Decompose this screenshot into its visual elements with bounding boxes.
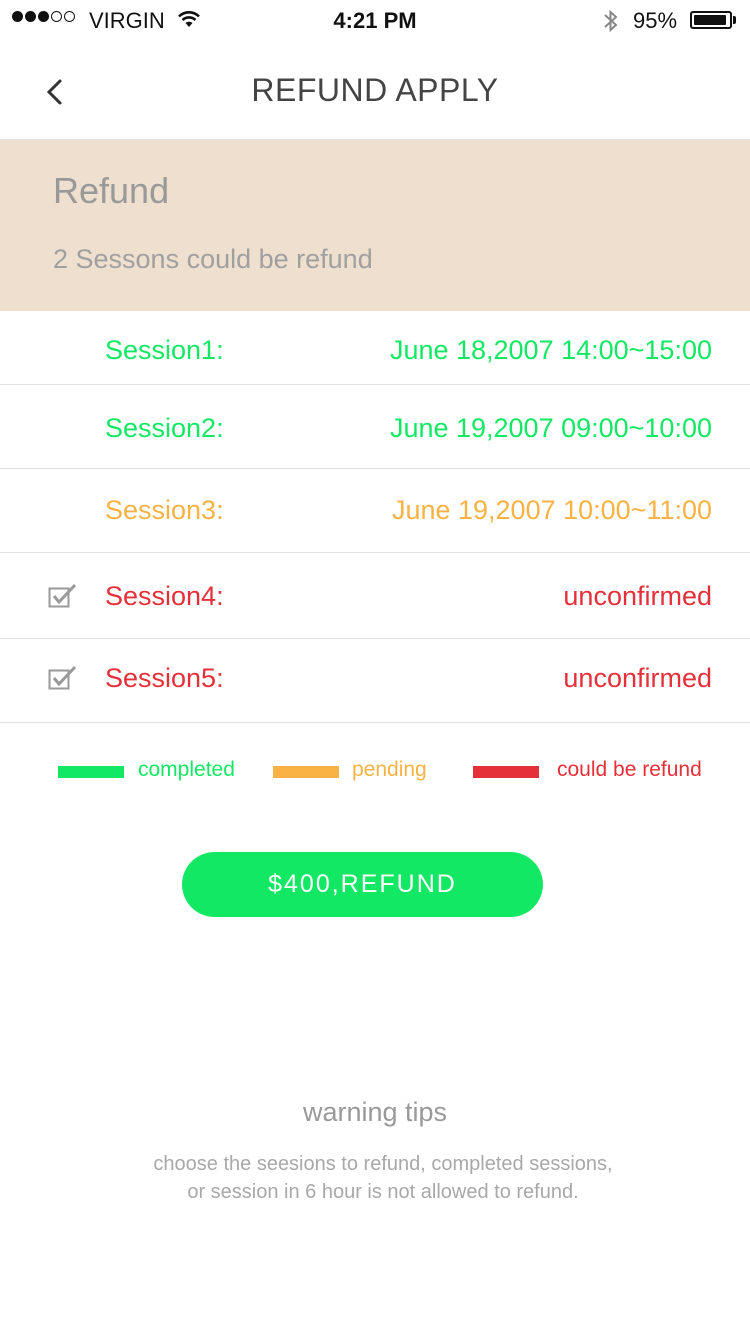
refund-summary-panel: Refund 2 Sessons could be refund [0,140,750,311]
session-time: June 19,2007 10:00~11:00 [391,495,712,525]
battery-percent: 95% [633,8,678,33]
session-status: unconfirmed [563,663,712,693]
session-label: Session4: [105,581,224,611]
session-label: Session1: [105,335,224,365]
session-list: Session1: June 18,2007 14:00~15:00 Sessi… [0,311,750,723]
legend-label-completed: completed [138,758,235,781]
session-row[interactable]: Session5: unconfirmed [0,639,750,723]
session-time: June 19,2007 09:00~10:00 [389,413,712,443]
legend-swatch-refund [473,766,539,778]
battery-icon [690,11,732,29]
status-bar: VIRGIN 4:21 PM 95% [0,0,750,40]
checkbox-icon[interactable] [48,583,78,609]
session-row: Session1: June 18,2007 14:00~15:00 [0,311,750,385]
session-label: Session2: [105,413,224,443]
warning-tips-title: warning tips [302,1097,448,1127]
refund-button[interactable]: $400,REFUND [182,852,543,917]
session-time: June 18,2007 14:00~15:00 [389,335,712,365]
legend-swatch-completed [58,766,124,778]
session-row: Session3: June 19,2007 10:00~11:00 [0,469,750,553]
warning-tips-line: or session in 6 hour is not allowed to r… [187,1181,579,1203]
warning-tips-line: choose the seesions to refund, completed… [153,1153,613,1175]
bluetooth-icon [602,8,620,39]
legend-swatch-pending [273,766,339,778]
page-title: REFUND APPLY [251,72,499,108]
checkbox-icon[interactable] [48,665,78,691]
navigation-bar: REFUND APPLY [0,40,750,140]
legend-label-refund: could be refund [557,758,702,781]
session-row[interactable]: Session4: unconfirmed [0,553,750,639]
session-label: Session5: [105,663,224,693]
legend-label-pending: pending [352,758,427,781]
session-label: Session3: [105,495,224,525]
status-legend: completed pending could be refund [0,758,750,788]
warning-tips-text: choose the seesions to refund, completed… [0,1150,750,1206]
refund-subtitle: 2 Sessons could be refund [53,244,373,274]
refund-title: Refund [53,170,170,211]
session-status: unconfirmed [563,581,712,611]
session-row: Session2: June 19,2007 09:00~10:00 [0,385,750,469]
